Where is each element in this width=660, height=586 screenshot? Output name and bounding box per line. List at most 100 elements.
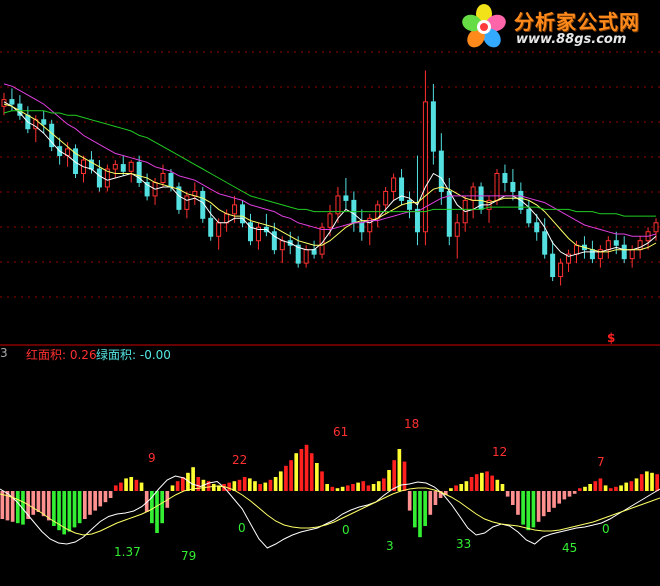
dollar-marker: $ (607, 331, 616, 345)
candle-body (208, 217, 214, 237)
annotation-label: 12 (492, 445, 507, 459)
annotation-label: 3 (386, 539, 394, 553)
annotation-label: 0 (238, 521, 246, 535)
histogram-bar (459, 484, 464, 491)
histogram-bar (418, 491, 422, 538)
histogram-bar (77, 491, 82, 524)
candle-body (605, 240, 611, 251)
annotation-label: 79 (181, 549, 196, 563)
histogram-bar (624, 482, 629, 491)
histogram-bar (278, 471, 283, 491)
candle-body (303, 249, 309, 264)
histogram-bar (191, 467, 195, 491)
histogram-bar (485, 471, 489, 491)
histogram-bar (413, 491, 417, 528)
histogram-bar (526, 491, 531, 531)
histogram-bar (583, 486, 587, 491)
candle-body (9, 99, 15, 105)
histogram-bar (454, 485, 458, 491)
candle-body (637, 240, 643, 251)
candle-body (446, 190, 452, 237)
histogram-bar (480, 472, 484, 491)
histogram-bar (242, 477, 247, 491)
histogram-bar (552, 491, 556, 508)
histogram-bar (572, 491, 577, 494)
histogram-bar (510, 491, 515, 505)
histogram-bar (139, 482, 144, 491)
histogram-bar (428, 491, 433, 515)
histogram-bar (119, 482, 123, 491)
histogram-bar (531, 491, 536, 528)
candle-body (589, 249, 595, 260)
annotation-label: 18 (404, 417, 419, 431)
candle-body (422, 101, 428, 233)
histogram-bar (619, 485, 623, 491)
candle-body (454, 222, 460, 237)
candle-body (558, 262, 564, 278)
candle-body (438, 150, 444, 192)
histogram-bar (629, 481, 634, 491)
histogram-bar (248, 478, 252, 491)
candle-body (629, 249, 635, 260)
histogram-bar (655, 474, 659, 491)
histogram-bar (67, 491, 72, 532)
candle-body (534, 222, 540, 233)
candle-body (120, 164, 126, 172)
stock-chart[interactable]: 9 2261181270 03 33 4501.37 79 (0, 0, 660, 586)
histogram-bar (10, 491, 15, 522)
candle-body (112, 164, 118, 170)
histogram-bar (134, 479, 139, 491)
histogram-bar (536, 491, 541, 522)
histogram-bar (88, 491, 92, 515)
annotation-label: 9 (148, 451, 156, 465)
histogram-bar (371, 484, 376, 491)
histogram-bar (330, 486, 335, 491)
histogram-bar (299, 449, 304, 491)
histogram-bar (392, 460, 397, 491)
histogram-bar (113, 485, 118, 491)
green-area-readout: 绿面积: -0.00 (96, 348, 171, 362)
histogram-bar (46, 491, 51, 521)
candle-body (184, 195, 190, 210)
histogram-bar (603, 485, 608, 491)
candle-body (574, 244, 580, 255)
histogram-bar (366, 485, 371, 491)
flower-icon (462, 4, 506, 48)
annotation-label: 22 (232, 453, 247, 467)
histogram-bar (562, 491, 567, 500)
histogram-bar (41, 491, 46, 517)
histogram-bar (433, 491, 438, 505)
histogram-bar (407, 491, 412, 511)
candle-body (407, 199, 413, 210)
moving-average-line (3, 110, 656, 217)
histogram-bar (98, 491, 103, 507)
logo-title: 分析家公式网 (514, 10, 640, 34)
histogram-bar (129, 477, 134, 491)
site-logo[interactable]: 分析家公式网 www.88gs.com (458, 2, 658, 52)
candle-body (383, 190, 389, 206)
candle-body (613, 240, 619, 246)
histogram-bar (15, 491, 20, 524)
candle-body (542, 231, 548, 255)
histogram-bar (541, 491, 546, 517)
candle-body (621, 244, 627, 260)
candle-body (41, 119, 47, 125)
candle-body (510, 181, 516, 192)
histogram-bar (340, 486, 345, 491)
histogram-bar (170, 485, 175, 491)
histogram-bar (578, 488, 582, 491)
histogram-bar (211, 484, 216, 491)
candle-body (96, 168, 102, 188)
candle-body (653, 222, 659, 233)
candle-body (502, 173, 508, 183)
histogram-bar (108, 491, 113, 498)
histogram-bar (567, 491, 572, 497)
candle-body (430, 101, 436, 152)
histogram-bar (31, 491, 36, 515)
histogram-bar (423, 491, 427, 526)
histogram-bar (93, 491, 97, 511)
histogram-bar (273, 477, 278, 491)
histogram-bar (284, 465, 288, 491)
candle-body (232, 204, 238, 215)
histogram-bar (505, 491, 510, 497)
